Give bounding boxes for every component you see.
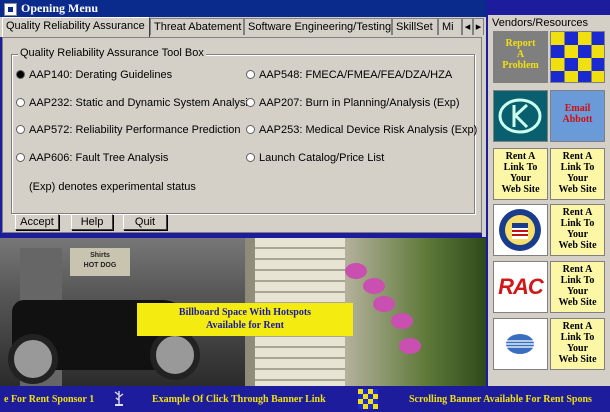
ticker-rent-text[interactable]: Scrolling Banner Available For Rent Spon… [409, 394, 592, 405]
rent-link-button-3[interactable]: Rent A Link To Your Web Site [550, 204, 605, 256]
orchid-flower [373, 296, 395, 312]
rent-link-button-2[interactable]: Rent A Link To Your Web Site [550, 148, 605, 200]
ticker-click-through-text[interactable]: Example Of Click Through Banner Link [152, 394, 326, 405]
tab-panel: Quality Reliability Assurance Tool Box A… [2, 37, 482, 233]
option-aap140[interactable]: AAP140: Derating Guidelines [16, 69, 172, 81]
k-logo-icon [498, 98, 542, 134]
ticker-sponsor-text[interactable]: e For Rent Sponsor 1 [4, 394, 94, 405]
scrolling-banner[interactable]: e For Rent Sponsor 1 Example Of Click Th… [0, 386, 610, 412]
radio-icon[interactable] [16, 98, 25, 107]
accept-button[interactable]: Accept [15, 214, 59, 230]
sponsor-tree-icon [114, 391, 124, 406]
option-aap572[interactable]: AAP572: Reliability Performance Predicti… [16, 124, 241, 136]
radio-icon[interactable] [246, 125, 255, 134]
tab-more[interactable]: Mi [438, 18, 462, 35]
rent-link-button-4[interactable]: Rent A Link To Your Web Site [550, 261, 605, 313]
checker-logo-link[interactable] [550, 31, 605, 83]
option-aap207[interactable]: AAP207: Burn in Planning/Analysis (Exp) [246, 97, 460, 109]
rent-link-button-5[interactable]: Rent A Link To Your Web Site [550, 318, 605, 370]
radio-icon[interactable] [246, 98, 255, 107]
globe-logo-link[interactable] [493, 318, 548, 370]
orchid-flower [399, 338, 421, 354]
toolbox-title: Quality Reliability Assurance Tool Box [18, 47, 206, 59]
option-aap253[interactable]: AAP253: Medical Device Risk Analysis (Ex… [246, 124, 477, 136]
radio-selected-icon[interactable] [16, 70, 25, 79]
option-aap232[interactable]: AAP232: Static and Dynamic System Analys… [16, 97, 253, 109]
window-title: Opening Menu [21, 1, 99, 15]
tab-skillset[interactable]: SkillSet [392, 18, 438, 35]
tab-scroll-left-arrow[interactable]: ◂ [462, 18, 473, 35]
eagle-seal-icon [499, 209, 541, 251]
window-menu-icon[interactable] [4, 3, 17, 16]
globe-logo-icon [506, 334, 534, 354]
help-button[interactable]: Help [71, 214, 113, 230]
rear-wheel [150, 330, 200, 380]
tab-scroll-right-arrow[interactable]: ▸ [473, 18, 484, 35]
front-wheel [8, 334, 58, 384]
orchid-flower [391, 313, 413, 329]
option-aap548[interactable]: AAP548: FMECA/FMEA/FEA/DZA/HZA [246, 69, 452, 81]
sidebar-heading: Vendors/Resources [492, 17, 588, 29]
quit-button[interactable]: Quit [123, 214, 167, 230]
radio-icon[interactable] [16, 125, 25, 134]
billboard-hotspot-sign[interactable]: Billboard Space With Hotspots Available … [137, 303, 353, 336]
radio-icon[interactable] [16, 153, 25, 162]
billboard-banner[interactable]: Shirts HOT DOG Billboard Space With Hots… [0, 238, 486, 386]
tab-software-engineering-testing[interactable]: Software Engineering/Testing [244, 18, 392, 35]
dod-seal-link[interactable] [493, 204, 548, 256]
report-problem-button[interactable]: Report A Problem [493, 31, 548, 83]
option-launch-catalog[interactable]: Launch Catalog/Price List [246, 152, 384, 164]
rent-link-button-1[interactable]: Rent A Link To Your Web Site [493, 148, 548, 200]
radio-icon[interactable] [246, 70, 255, 79]
orchid-flower [363, 278, 385, 294]
experimental-note: (Exp) denotes experimental status [29, 181, 196, 193]
tab-threat-abatement[interactable]: Threat Abatement [150, 18, 244, 35]
k-logo-link[interactable] [493, 90, 548, 142]
radio-icon[interactable] [246, 153, 255, 162]
rac-logo-icon: RAC [498, 274, 544, 299]
rac-logo-link[interactable]: RAC [493, 261, 548, 313]
tab-quality-reliability-assurance[interactable]: Quality Reliability Assurance [2, 17, 150, 37]
store-sign: Shirts HOT DOG [70, 248, 130, 276]
email-abbott-button[interactable]: Email Abbott [550, 90, 605, 142]
tab-strip: Quality Reliability Assurance Threat Aba… [0, 17, 486, 37]
vendors-resources-sidebar: Vendors/Resources Report A Problem Email… [488, 15, 610, 386]
option-aap606[interactable]: AAP606: Fault Tree Analysis [16, 152, 168, 164]
checker-logo-icon[interactable] [358, 389, 378, 409]
title-bar[interactable]: Opening Menu [0, 0, 486, 17]
panel-edge [482, 37, 486, 237]
opening-menu-window: Opening Menu Quality Reliability Assuran… [0, 0, 610, 412]
orchid-flower [345, 263, 367, 279]
